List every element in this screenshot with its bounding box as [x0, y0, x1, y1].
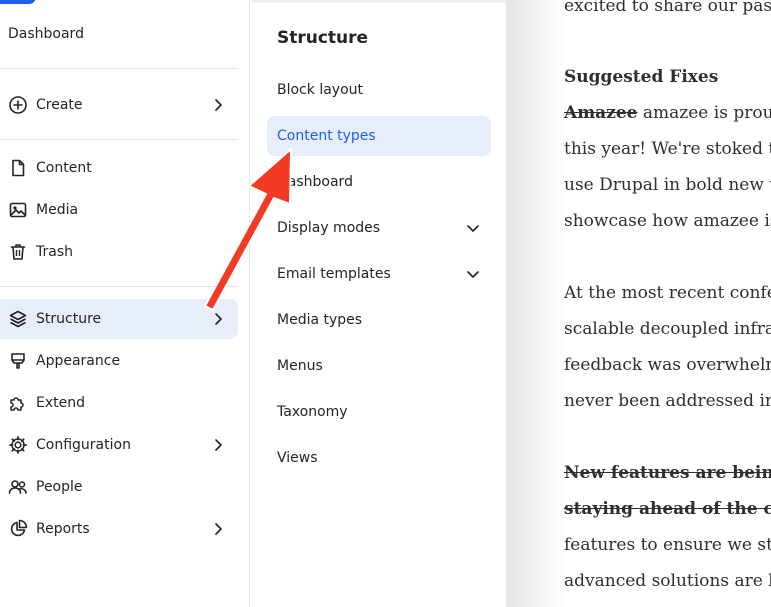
- layers-icon: [8, 309, 28, 329]
- people-icon: [8, 477, 28, 497]
- sidebar-item-label: Structure: [36, 311, 102, 327]
- flyout-item-menus[interactable]: Menus: [267, 346, 491, 386]
- body-text-line: features to ensure we sta: [564, 535, 771, 555]
- struck-heading-line: staying ahead of the com: [564, 499, 771, 519]
- sidebar-item-people[interactable]: People: [0, 467, 238, 507]
- chevron-down-icon: [465, 220, 481, 236]
- section-heading: Suggested Fixes: [564, 67, 719, 87]
- flyout-item-label: Views: [277, 450, 318, 466]
- flyout-item-media-types[interactable]: Media types: [267, 300, 491, 340]
- sidebar-item-label: Configuration: [36, 437, 131, 453]
- image-icon: [8, 200, 28, 220]
- sidebar-item-configuration[interactable]: Configuration: [0, 425, 238, 465]
- flyout-item-email-templates[interactable]: Email templates: [267, 254, 491, 294]
- article-content: excited to share our pass Suggested Fixe…: [506, 0, 771, 607]
- flyout-item-label: Block layout: [277, 82, 363, 98]
- flyout-item-dashboard[interactable]: Dashboard: [267, 162, 491, 202]
- body-text-line: advanced solutions are b: [564, 571, 771, 591]
- chevron-right-icon: [210, 97, 226, 113]
- gear-icon: [8, 435, 28, 455]
- sidebar-divider: [0, 68, 238, 69]
- chevron-right-icon: [210, 437, 226, 453]
- sidebar-item-trash[interactable]: Trash: [0, 232, 238, 272]
- sidebar-item-label: People: [36, 479, 83, 495]
- inline-text: amazee is proud: [637, 103, 771, 123]
- flyout-item-content-types[interactable]: Content types: [267, 116, 491, 156]
- body-text-line: excited to share our pass: [564, 0, 771, 16]
- body-text-line: Amazee amazee is proud: [564, 103, 771, 123]
- structure-flyout-menu: Structure Block layout Content types Das…: [251, 0, 506, 607]
- flyout-item-label: Dashboard: [277, 174, 353, 190]
- sidebar-divider: [0, 139, 238, 140]
- sidebar-item-label: Trash: [36, 244, 73, 260]
- flyout-item-label: Menus: [277, 358, 323, 374]
- body-text-line: use Drupal in bold new w: [564, 175, 771, 195]
- sidebar-item-label: Extend: [36, 395, 85, 411]
- flyout-item-label: Content types: [277, 128, 376, 144]
- sidebar-item-appearance[interactable]: Appearance: [0, 341, 238, 381]
- flyout-item-label: Taxonomy: [277, 404, 348, 420]
- flyout-item-label: Media types: [277, 312, 363, 328]
- sidebar-item-label: Dashboard: [8, 26, 84, 42]
- flyout-item-label: Email templates: [277, 266, 391, 282]
- sidebar-item-create[interactable]: Create: [0, 85, 238, 125]
- struck-heading-line: New features are being r: [564, 463, 771, 483]
- trash-icon: [8, 242, 28, 262]
- flyout-top-border: [251, 0, 506, 3]
- flyout-item-block-layout[interactable]: Block layout: [267, 70, 491, 110]
- drupal-logo[interactable]: [0, 0, 36, 4]
- sidebar-item-label: Appearance: [36, 353, 121, 369]
- flyout-title: Structure: [277, 28, 369, 48]
- body-text-line: feedback was overwhelm: [564, 355, 771, 375]
- sidebar-item-label: Content: [36, 160, 92, 176]
- flyout-item-taxonomy[interactable]: Taxonomy: [267, 392, 491, 432]
- flyout-item-views[interactable]: Views: [267, 438, 491, 478]
- sidebar-divider: [0, 286, 238, 287]
- flyout-item-label: Display modes: [277, 220, 381, 236]
- sidebar-item-dashboard[interactable]: Dashboard: [0, 14, 238, 54]
- body-text-line: scalable decoupled infras: [564, 319, 771, 339]
- sidebar-item-label: Create: [36, 97, 83, 113]
- flyout-item-display-modes[interactable]: Display modes: [267, 208, 491, 248]
- sidebar-item-label: Media: [36, 202, 79, 218]
- sidebar-item-extend[interactable]: Extend: [0, 383, 238, 423]
- sidebar-item-media[interactable]: Media: [0, 190, 238, 230]
- body-text-line: this year! We're stoked to: [564, 139, 771, 159]
- chevron-down-icon: [465, 266, 481, 282]
- sidebar-item-structure[interactable]: Structure: [0, 299, 238, 339]
- flyout-shadow: [506, 0, 566, 607]
- paint-brush-icon: [8, 351, 28, 371]
- body-text-line: showcase how amazee is: [564, 211, 771, 231]
- puzzle-icon: [8, 393, 28, 413]
- pie-chart-icon: [8, 519, 28, 539]
- sidebar-item-content[interactable]: Content: [0, 148, 238, 188]
- struck-word: Amazee: [564, 103, 638, 123]
- chevron-right-icon: [210, 311, 226, 327]
- sidebar-item-label: Reports: [36, 521, 90, 537]
- chevron-right-icon: [210, 521, 226, 537]
- admin-sidebar: Dashboard Create Content Media Trash Str…: [0, 0, 250, 607]
- sidebar-item-reports[interactable]: Reports: [0, 509, 238, 549]
- body-text-line: never been addressed in: [564, 391, 771, 411]
- document-icon: [8, 158, 28, 178]
- plus-circle-icon: [8, 95, 28, 115]
- body-text-line: At the most recent confe: [564, 283, 771, 303]
